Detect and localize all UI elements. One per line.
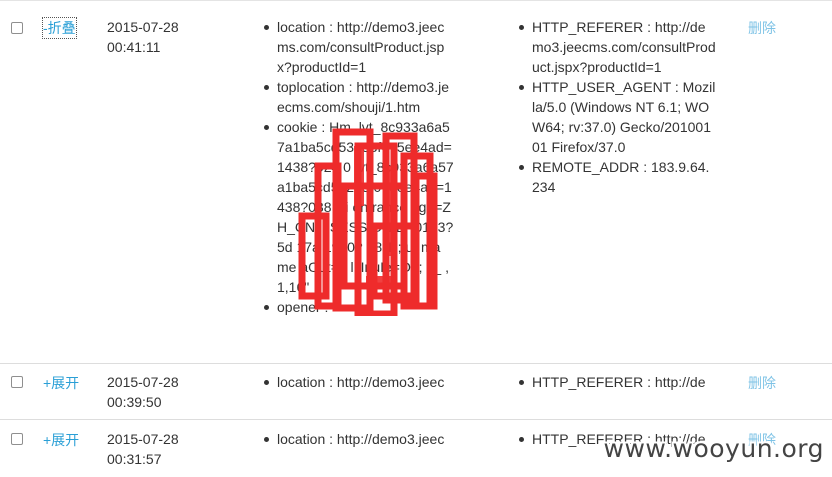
param-list-left: location : http://demo3.jeec xyxy=(262,372,454,392)
row-checkbox[interactable] xyxy=(11,376,23,388)
row-checkbox[interactable] xyxy=(11,22,23,34)
param-location: location : http://demo3.jeec xyxy=(262,372,454,392)
param-http-referer: HTTP_REFERER : http://demo3.jeecms.com/c… xyxy=(517,17,717,77)
redaction-scribble xyxy=(298,128,438,316)
param-location: location : http://demo3.jeec xyxy=(262,429,454,449)
delete-link[interactable]: 删除 xyxy=(748,18,776,38)
table-row: +展开 2015-07-28 00:39:50 location : http:… xyxy=(0,363,832,420)
expand-toggle[interactable]: +展开 xyxy=(43,373,79,393)
param-list-right: HTTP_REFERER : http://demo3.jeecms.com/c… xyxy=(517,17,717,197)
collapse-toggle[interactable]: -折叠 xyxy=(42,17,77,39)
param-location: location : http://demo3.jeecms.com/consu… xyxy=(262,17,454,77)
param-user-agent: HTTP_USER_AGENT : Mozilla/5.0 (Windows N… xyxy=(517,77,717,157)
timestamp: 2015-07-28 00:39:50 xyxy=(107,374,179,410)
watermark: www.wooyun.org xyxy=(603,434,824,463)
row-checkbox[interactable] xyxy=(11,433,23,445)
param-http-referer: HTTP_REFERER : http://de xyxy=(517,372,717,392)
expand-toggle[interactable]: +展开 xyxy=(43,430,79,450)
timestamp: 2015-07-28 00:31:57 xyxy=(107,431,179,467)
param-remote-addr: REMOTE_ADDR : 183.9.64.234 xyxy=(517,157,717,197)
param-toplocation: toplocation : http://demo3.jeecms.com/sh… xyxy=(262,77,454,117)
delete-link[interactable]: 删除 xyxy=(748,373,776,393)
timestamp: 2015-07-28 00:41:11 xyxy=(107,19,179,55)
param-list-right: HTTP_REFERER : http://de xyxy=(517,372,717,392)
param-list-left: location : http://demo3.jeec xyxy=(262,429,454,449)
